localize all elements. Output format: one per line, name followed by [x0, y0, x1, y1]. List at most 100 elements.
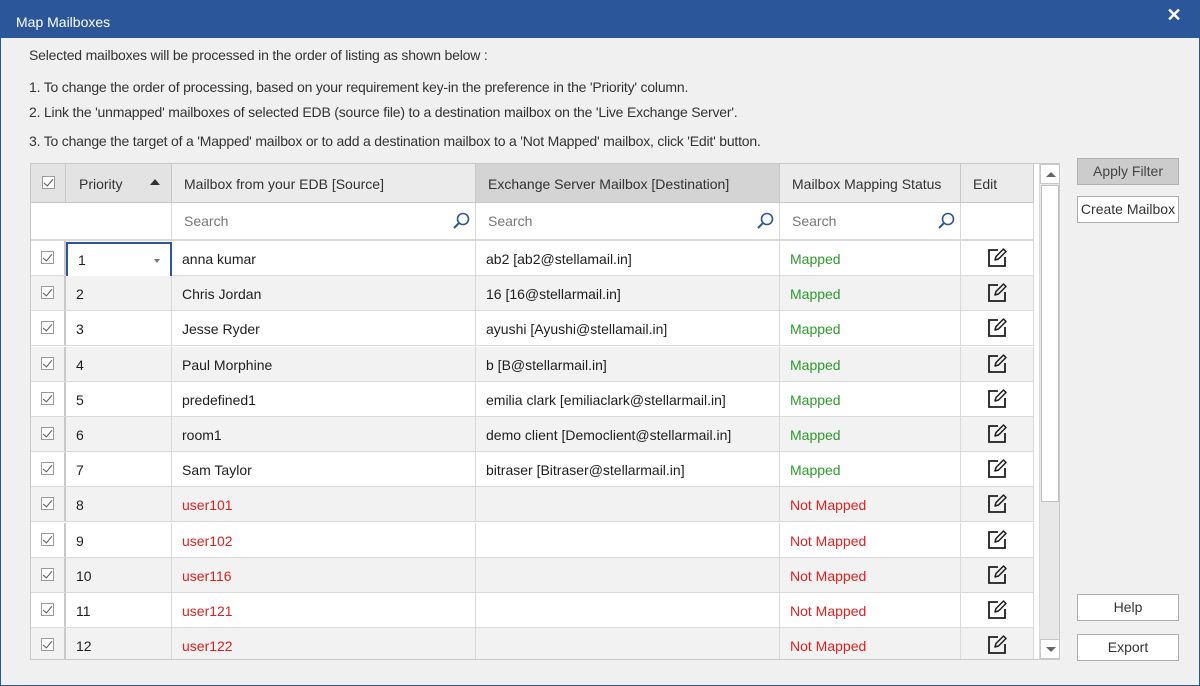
edit-icon[interactable] — [986, 493, 1008, 515]
row-checkbox[interactable] — [41, 427, 54, 440]
vertical-scrollbar[interactable] — [1039, 164, 1059, 659]
destination-mailbox-name: ab2 [ab2@stellamail.in] — [486, 251, 632, 267]
edit-icon[interactable] — [986, 564, 1008, 586]
source-mailbox-cell: user102 — [172, 522, 476, 557]
edit-icon[interactable] — [986, 317, 1008, 339]
table-row[interactable]: 12 user122 Not Mapped — [31, 628, 1034, 659]
priority-cell[interactable]: 4 — [66, 346, 172, 381]
source-mailbox-name: anna kumar — [182, 251, 256, 267]
row-checkbox[interactable] — [41, 532, 54, 546]
edit-icon[interactable] — [986, 599, 1008, 621]
edit-icon[interactable] — [986, 353, 1008, 375]
row-checkbox[interactable] — [41, 567, 54, 581]
source-column-header[interactable]: Mailbox from your EDB [Source] — [172, 164, 476, 203]
table-row[interactable]: 3 Jesse Ryder ayushi [Ayushi@stellamail.in… — [31, 311, 1034, 347]
source-mailbox-cell: predefined1 — [172, 381, 476, 416]
apply-filter-button[interactable]: Apply Filter — [1077, 158, 1179, 185]
table-row[interactable]: 8 user101 Not Mapped — [31, 487, 1034, 523]
priority-value: 2 — [76, 286, 84, 303]
edit-icon[interactable] — [986, 388, 1008, 410]
mapping-status-cell: Not Mapped — [780, 557, 961, 592]
row-checkbox[interactable] — [41, 603, 54, 616]
priority-cell[interactable]: 5 — [66, 381, 172, 416]
priority-dropdown[interactable]: 1 — [66, 242, 172, 278]
priority-cell[interactable]: 2 — [66, 276, 172, 311]
table-row[interactable]: 11 user121 Not Mapped — [31, 593, 1034, 628]
edit-icon[interactable] — [986, 247, 1008, 269]
mapping-status-cell: Mapped — [780, 276, 961, 311]
table-row[interactable]: 7 Sam Taylor bitraser [Bitraser@stellarmai… — [31, 452, 1034, 488]
scroll-up-arrow[interactable] — [1040, 164, 1059, 184]
table-row[interactable]: 6 room1 demo client [Democlient@stellarmai… — [31, 417, 1034, 452]
edit-icon[interactable] — [986, 529, 1008, 551]
table-row[interactable]: 1 anna kumar ab2 [ab2@stellamail.in] Mapped — [31, 241, 1034, 278]
table-row[interactable]: 2 Chris Jordan 16 [16@stellarmail.in] Mappe… — [31, 276, 1034, 312]
source-search-input[interactable]: Search — [172, 203, 476, 239]
help-button[interactable]: Help — [1077, 594, 1179, 621]
priority-cell[interactable]: 6 — [66, 417, 172, 451]
mapping-status: Not Mapped — [790, 497, 867, 514]
source-search-placeholder: Search — [184, 213, 229, 229]
edit-cell — [961, 522, 1034, 557]
row-checkbox[interactable] — [41, 321, 54, 335]
priority-cell[interactable]: 9 — [66, 522, 172, 557]
edit-icon[interactable] — [986, 634, 1008, 656]
create-mailbox-button[interactable]: Create Mailbox — [1077, 196, 1179, 223]
edit-header-label: Edit — [973, 176, 998, 192]
destination-mailbox-cell: bitraser [Bitraser@stellarmail.in] — [476, 452, 780, 487]
priority-cell[interactable]: 10 — [66, 557, 172, 592]
table-row[interactable]: 9 user102 Not Mapped — [31, 522, 1034, 558]
edit-icon[interactable] — [986, 282, 1008, 304]
source-mailbox-cell: user121 — [172, 593, 476, 627]
edit-cell — [961, 487, 1034, 522]
row-select-cell — [31, 593, 66, 627]
search-row: Search Search Search — [31, 203, 1034, 241]
destination-mailbox-name: bitraser [Bitraser@stellarmail.in] — [486, 462, 685, 479]
select-all-checkbox[interactable] — [42, 176, 55, 189]
priority-cell[interactable]: 11 — [66, 593, 172, 627]
search-icon — [453, 212, 470, 229]
destination-mailbox-cell: demo client [Democlient@stellarmail.in] — [476, 417, 780, 451]
close-icon[interactable]: ✕ — [1164, 5, 1184, 25]
source-mailbox-cell: user101 — [172, 487, 476, 522]
table-row[interactable]: 5 predefined1 emilia clark [emiliaclark@st… — [31, 381, 1034, 417]
table-row[interactable]: 4 Paul Morphine b [B@stellarmail.in] Mapped — [31, 346, 1034, 382]
destination-mailbox-cell — [476, 487, 780, 522]
export-button[interactable]: Export — [1077, 634, 1179, 661]
edit-cell — [961, 381, 1034, 416]
source-mailbox-cell: Sam Taylor — [172, 452, 476, 487]
table-row[interactable]: 10 user116 Not Mapped — [31, 557, 1034, 593]
status-search-placeholder: Search — [792, 213, 837, 229]
source-mailbox-cell: Jesse Ryder — [172, 311, 476, 346]
row-checkbox[interactable] — [41, 462, 54, 476]
priority-value: 9 — [76, 532, 84, 549]
dialog-title: Map Mailboxes — [16, 14, 111, 30]
row-checkbox[interactable] — [41, 497, 54, 511]
priority-value: 12 — [76, 638, 92, 655]
priority-value: 1 — [78, 252, 86, 268]
row-select-cell — [31, 487, 66, 522]
edit-cell — [961, 593, 1034, 627]
destination-column-header[interactable]: Exchange Server Mailbox [Destination] — [476, 164, 780, 203]
priority-cell[interactable]: 3 — [66, 311, 172, 346]
scroll-down-arrow[interactable] — [1040, 639, 1059, 659]
priority-cell[interactable]: 8 — [66, 487, 172, 522]
edit-icon[interactable] — [986, 423, 1008, 445]
row-checkbox[interactable] — [41, 356, 54, 370]
scrollbar-thumb[interactable] — [1041, 185, 1059, 502]
mapping-status: Not Mapped — [790, 638, 867, 655]
status-header-label: Mailbox Mapping Status — [792, 176, 942, 192]
row-checkbox[interactable] — [41, 391, 54, 405]
destination-mailbox-name: ayushi [Ayushi@stellamail.in] — [486, 321, 668, 338]
destination-search-input[interactable]: Search — [476, 203, 780, 239]
row-checkbox[interactable] — [41, 286, 54, 300]
mapping-status-cell: Mapped — [780, 452, 961, 487]
priority-column-header[interactable]: Priority — [66, 164, 172, 203]
edit-icon[interactable] — [986, 458, 1008, 480]
priority-cell[interactable]: 7 — [66, 452, 172, 487]
status-search-input[interactable]: Search — [780, 203, 961, 239]
row-checkbox[interactable] — [41, 251, 54, 264]
status-column-header[interactable]: Mailbox Mapping Status — [780, 164, 961, 203]
priority-cell[interactable]: 12 — [66, 628, 172, 659]
row-checkbox[interactable] — [41, 638, 54, 652]
